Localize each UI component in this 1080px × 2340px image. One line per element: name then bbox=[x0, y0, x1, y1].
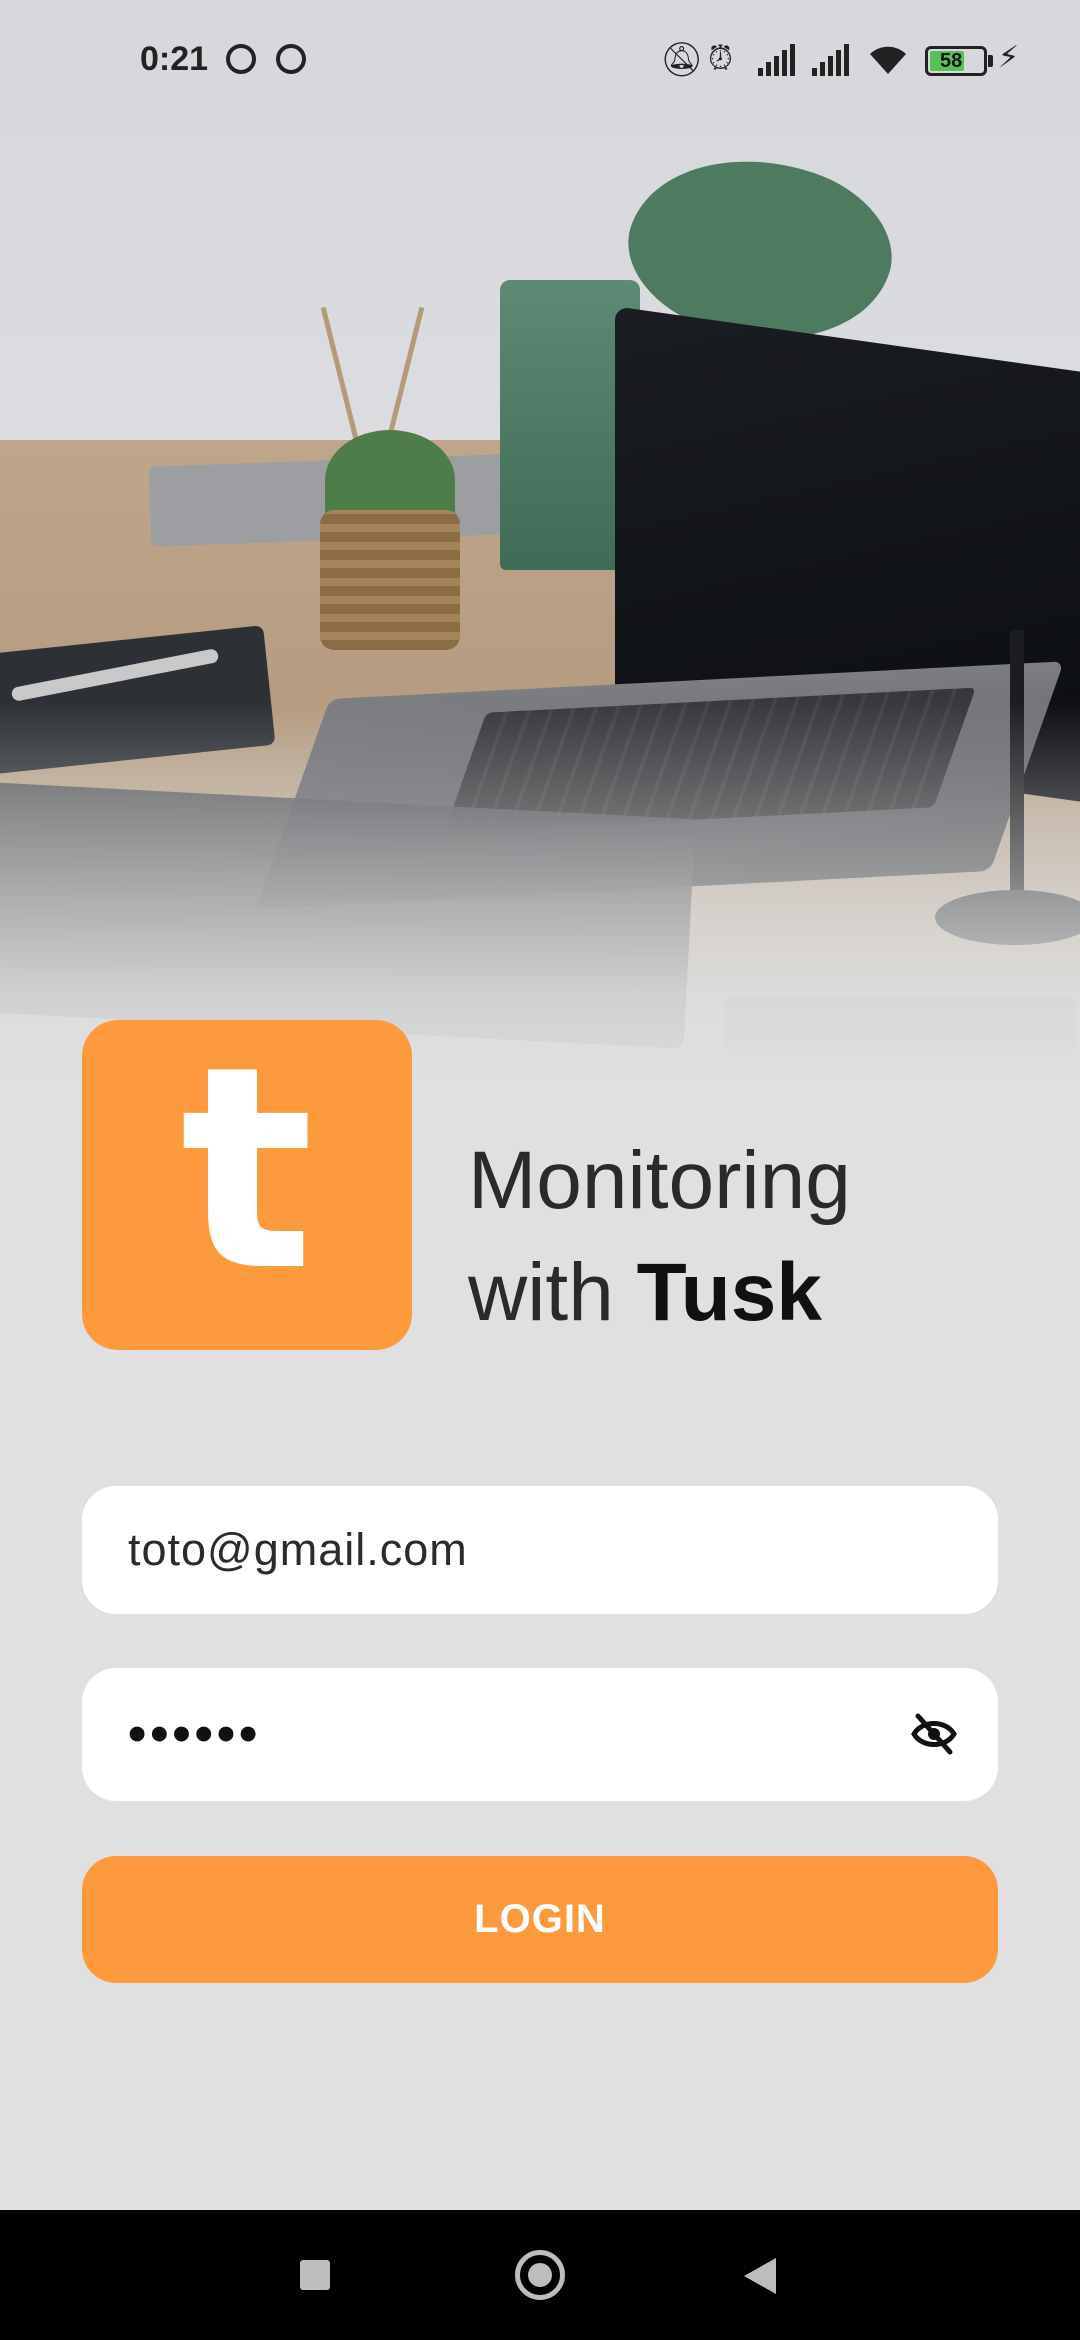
eye-off-icon[interactable] bbox=[910, 1712, 958, 1756]
password-field[interactable]: •••••• bbox=[82, 1668, 998, 1801]
status-time: 0:21 bbox=[140, 40, 209, 78]
app-logo: t bbox=[82, 1020, 412, 1350]
tagline-line1: Monitoring bbox=[468, 1135, 851, 1226]
battery-icon: 58 bbox=[925, 46, 987, 76]
tagline-line2: with Tusk bbox=[468, 1237, 851, 1349]
tagline-prefix: with bbox=[468, 1247, 637, 1338]
home-icon[interactable] bbox=[515, 2250, 565, 2300]
navigation-bar bbox=[0, 2210, 1080, 2340]
status-bar: 0:21 🔕︎ ⏰︎ 58 ⚡︎ bbox=[0, 0, 1080, 124]
login-button[interactable]: LOGIN bbox=[82, 1856, 998, 1983]
signal-icon bbox=[758, 44, 795, 76]
brand-name: Tusk bbox=[636, 1247, 822, 1338]
dnd-icon bbox=[226, 44, 256, 74]
logo-letter: t bbox=[180, 1007, 314, 1333]
email-value: toto@gmail.com bbox=[128, 1524, 468, 1575]
bell-off-icon: 🔕︎ bbox=[660, 41, 704, 79]
back-icon[interactable] bbox=[744, 2258, 776, 2294]
battery-level: 58 bbox=[940, 50, 963, 72]
recents-icon[interactable] bbox=[300, 2260, 330, 2290]
dnd-icon bbox=[276, 44, 306, 74]
app-tagline: Monitoring with Tusk bbox=[468, 1125, 851, 1349]
wifi-icon bbox=[868, 42, 908, 85]
alarm-icon: ⏰︎ bbox=[708, 40, 733, 76]
password-value: •••••• bbox=[128, 1705, 262, 1763]
email-field[interactable]: toto@gmail.com bbox=[82, 1486, 998, 1614]
charging-icon: ⚡︎ bbox=[998, 41, 1020, 74]
signal-icon bbox=[812, 44, 849, 76]
hero-image bbox=[0, 0, 1080, 1120]
